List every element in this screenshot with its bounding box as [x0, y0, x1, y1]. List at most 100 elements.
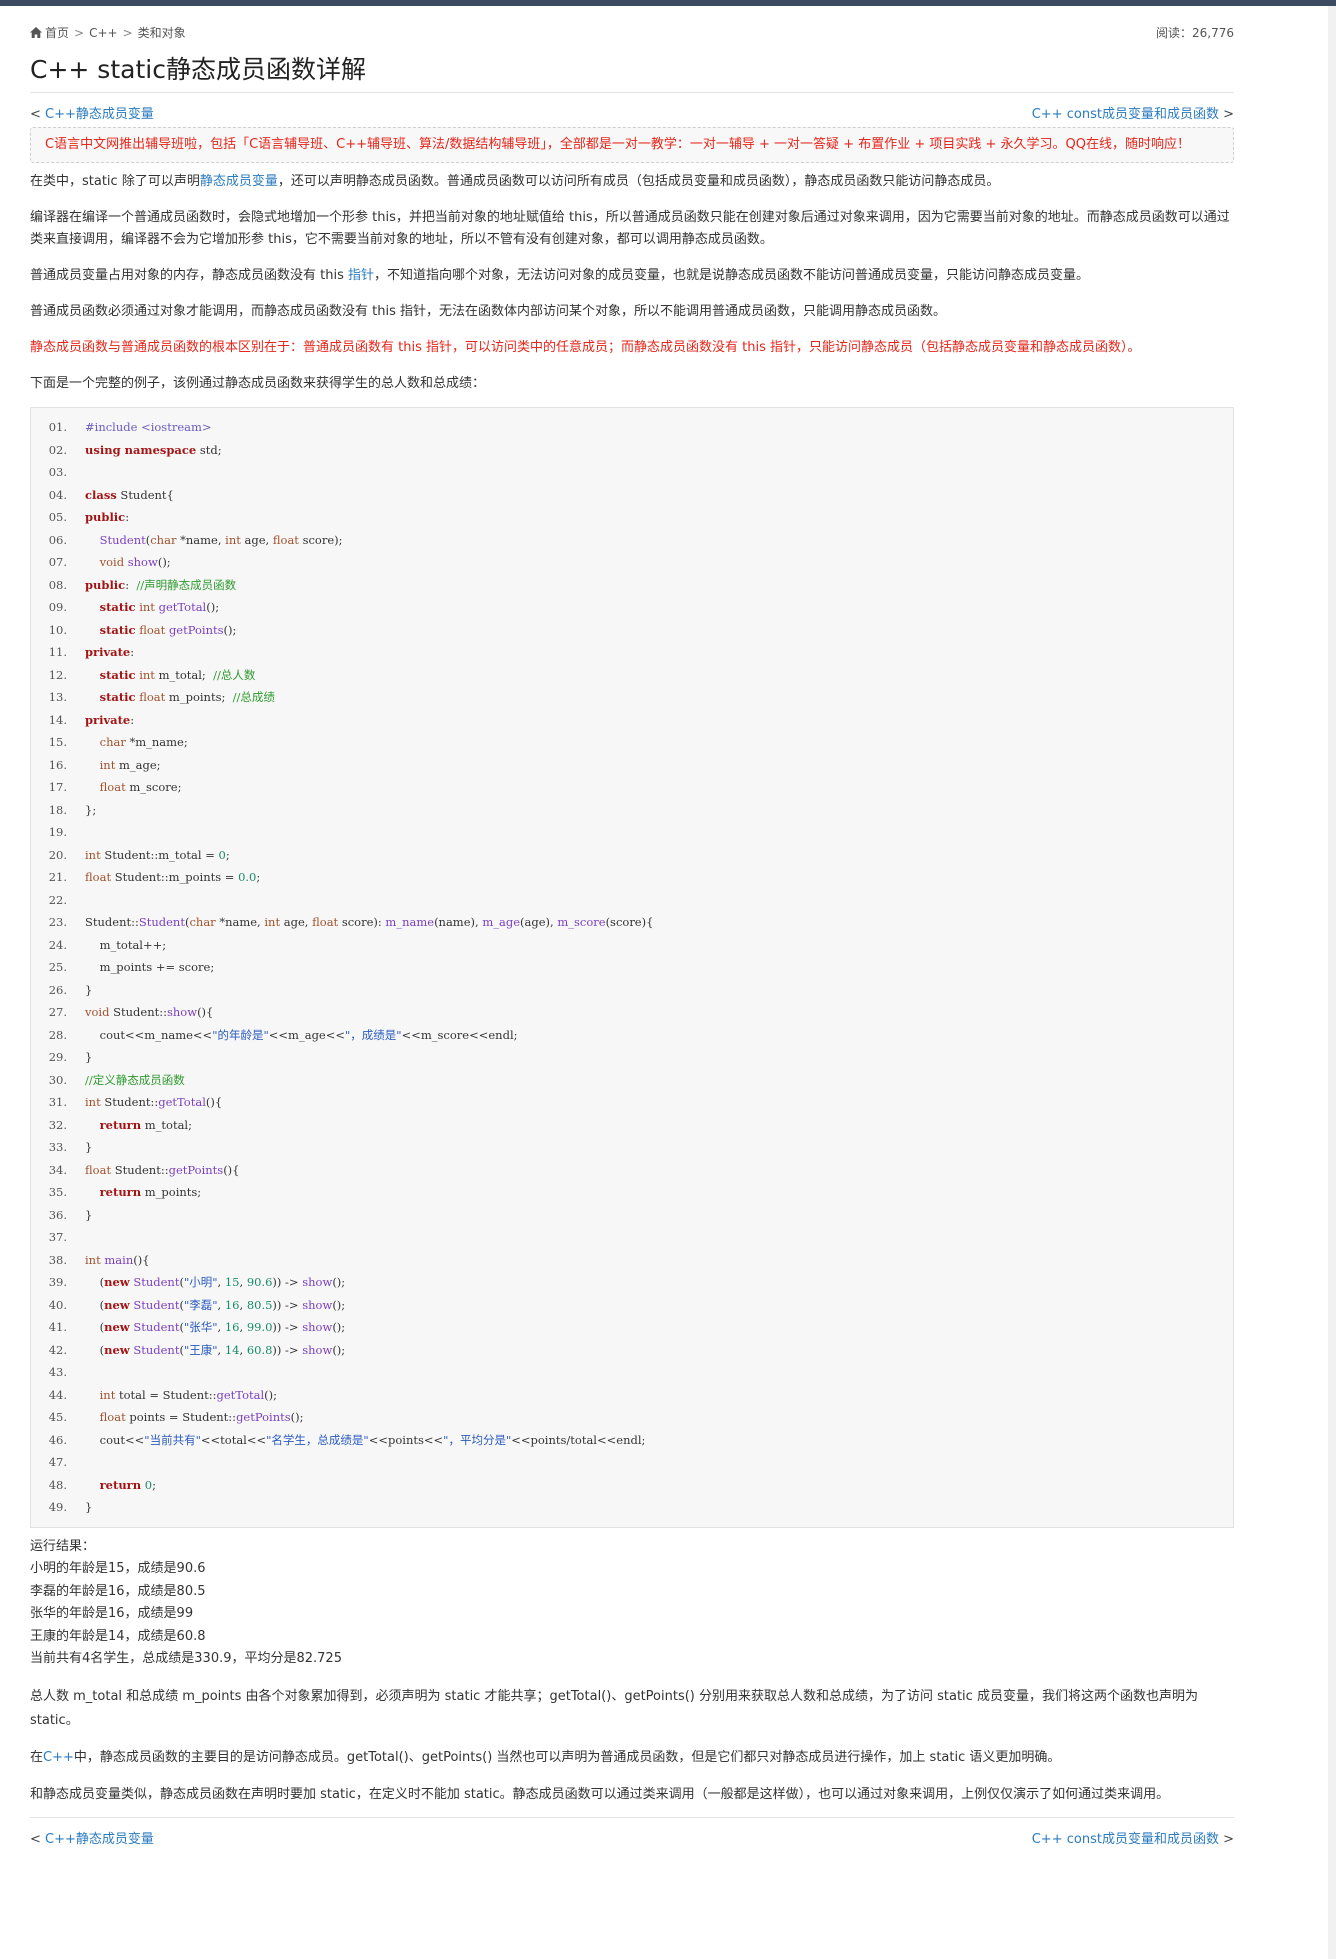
code-line: 05. public:: [31, 506, 1233, 529]
code-token: 15: [224, 1275, 240, 1289]
code-token: Student{: [116, 487, 174, 502]
static-member-link[interactable]: 静态成员变量: [200, 174, 278, 189]
code-line: 35. return m_points;: [31, 1181, 1233, 1204]
code-token: float: [312, 915, 339, 929]
code-token: :: [125, 510, 130, 524]
code-token: ,: [217, 1275, 225, 1289]
code-token: :: [130, 645, 135, 659]
code-token: 14: [224, 1342, 240, 1357]
line-number: 49.: [48, 1500, 67, 1514]
code-token: int: [264, 915, 281, 929]
code-token: ,: [239, 1342, 247, 1357]
code-token: score);: [298, 532, 343, 547]
code-token: float: [139, 622, 166, 637]
code-token: "李磊": [183, 1297, 218, 1312]
line-number: 01.: [48, 420, 67, 434]
views-count: 阅读：26,776: [1156, 26, 1234, 40]
code-token: )) ->: [272, 1342, 303, 1357]
code-token: private: [85, 645, 131, 659]
code-line: 20. int Student::m_total = 0;: [31, 844, 1233, 867]
code-token: ();: [157, 555, 171, 569]
code-token: <<m_age<<: [268, 1027, 346, 1042]
code-token: Student: [133, 1342, 180, 1357]
code-token: getTotal: [158, 1095, 206, 1109]
code-token: int: [139, 667, 155, 682]
code-line: 01. #include <iostream>: [31, 416, 1233, 439]
next-article-link[interactable]: C++ const成员变量和成员函数: [1032, 107, 1219, 122]
code-token: //声明静态成员函数: [136, 577, 237, 592]
line-number: 45.: [48, 1410, 67, 1424]
code-token: ();: [332, 1342, 346, 1357]
scrollbar[interactable]: [1328, 6, 1336, 1959]
code-block[interactable]: 01. #include <iostream> 02. using namespace…: [30, 407, 1234, 1528]
line-number: 10.: [48, 622, 67, 637]
highlight-paragraph: 静态成员函数与普通成员函数的根本区别在于：普通成员函数有 this 指针，可以访…: [30, 340, 1141, 355]
pointer-link[interactable]: 指针: [348, 268, 374, 283]
code-line: 21. float Student::m_points = 0.0;: [31, 866, 1233, 889]
paragraph: 总人数 m_total 和总成绩 m_points 由各个对象累加得到，必须声明…: [30, 1688, 1198, 1728]
code-token: int: [99, 1387, 116, 1402]
line-number: 27.: [48, 1005, 67, 1019]
line-number: 32.: [48, 1117, 67, 1132]
prev-article-link[interactable]: C++静态成员变量: [45, 1832, 154, 1847]
code-token: ();: [223, 622, 237, 637]
code-token: Student::m_points =: [111, 870, 239, 884]
code-token: static: [99, 600, 136, 614]
promo-notice[interactable]: C语言中文网推出辅导班啦，包括「C语言辅导班、C++辅导班、算法/数据结构辅导班…: [30, 127, 1234, 163]
next-article-link[interactable]: C++ const成员变量和成员函数: [1032, 1832, 1219, 1847]
code-line: 08. public: //声明静态成员函数: [31, 574, 1233, 597]
code-line: 09. static int getTotal();: [31, 596, 1233, 619]
code-line: 34. float Student::getPoints(){: [31, 1159, 1233, 1182]
code-token: return: [99, 1185, 142, 1199]
code-token: 99.0: [246, 1320, 273, 1334]
breadcrumb-class[interactable]: 类和对象: [138, 26, 186, 40]
top-bar: [0, 0, 1336, 6]
code-token: m_score;: [125, 780, 182, 794]
line-number: 31.: [48, 1095, 67, 1109]
code-token: //总成绩: [232, 690, 275, 704]
code-token: #include <iostream>: [85, 420, 212, 434]
code-token: Student::: [100, 1095, 159, 1109]
line-number: 41.: [48, 1320, 67, 1334]
line-number: 06.: [48, 532, 67, 547]
code-token: ,: [239, 1297, 247, 1312]
line-number: 16.: [48, 757, 67, 772]
code-line: 38. int main(){: [31, 1249, 1233, 1272]
code-line: 30. //定义静态成员函数: [31, 1069, 1233, 1092]
line-number: 03.: [48, 465, 67, 479]
code-token: age,: [240, 532, 273, 547]
code-token: "，成绩是": [345, 1027, 402, 1042]
prev-article-link[interactable]: C++静态成员变量: [45, 107, 154, 122]
line-number: 19.: [48, 825, 67, 839]
code-line: 19.: [31, 821, 1233, 844]
code-token: }: [85, 1050, 93, 1064]
code-token: int: [85, 847, 101, 862]
code-token: Student: [133, 1275, 180, 1289]
code-token: <<points<<: [368, 1432, 444, 1447]
cpp-link[interactable]: C++: [43, 1750, 74, 1765]
code-token: getPoints: [168, 1162, 224, 1177]
code-token: float: [85, 870, 112, 884]
code-token: 0.0: [238, 870, 257, 884]
code-token: ,: [217, 1297, 225, 1312]
code-token: class: [85, 487, 117, 502]
code-line: 41. (new Student("张华", 16, 99.0)) -> sho…: [31, 1316, 1233, 1339]
line-number: 20.: [48, 847, 67, 862]
breadcrumb-cpp[interactable]: C++: [89, 26, 118, 40]
code-line: 36.}: [31, 1204, 1233, 1227]
code-line: 14. private:: [31, 709, 1233, 732]
breadcrumb-home[interactable]: 首页: [45, 26, 69, 40]
code-token: "小明": [183, 1275, 218, 1289]
code-line: 32. return m_total;: [31, 1114, 1233, 1137]
code-token: int: [99, 757, 116, 772]
code-line: 07. void show();: [31, 551, 1233, 574]
code-token: Student::: [85, 915, 139, 929]
page-title: C++ static静态成员函数详解: [30, 55, 366, 84]
